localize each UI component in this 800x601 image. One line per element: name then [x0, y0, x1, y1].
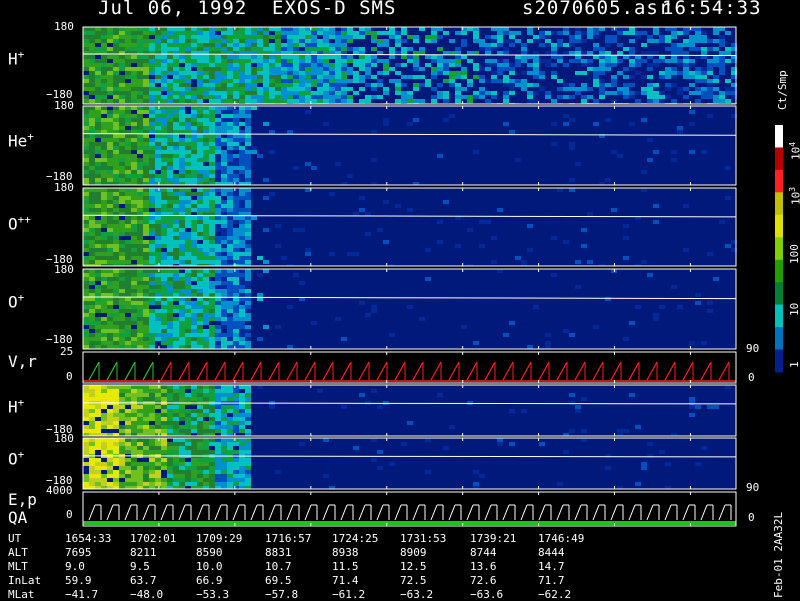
tick-o2-top: 180 — [54, 432, 74, 445]
footer-cell: 1746:49 — [538, 532, 585, 545]
tick-opp-top: 180 — [54, 181, 74, 194]
footer-cell: 1739:21 — [470, 532, 517, 545]
footer-cell: 10.7 — [265, 560, 292, 573]
tick-vr-bottom: 0 — [66, 370, 73, 383]
vr-panel — [83, 352, 736, 383]
panel-label-o-plus-2: O+ — [8, 448, 25, 469]
colorbar-segment-9 — [775, 327, 783, 351]
colorbar-segment-3 — [775, 192, 783, 216]
tick-op1-top: 180 — [54, 263, 74, 276]
panel-label-o-plusplus: O++ — [8, 213, 31, 234]
colorbar-segment-1 — [775, 147, 783, 171]
footer-cell: 69.5 — [265, 574, 292, 587]
footer-cell: 14.7 — [538, 560, 565, 573]
panel-label-o-plus-1: O+ — [8, 291, 25, 312]
footer-row-label-inlat: InLat — [8, 574, 42, 587]
colorbar-label-10: 10 — [788, 302, 800, 316]
footer-cell: −57.8 — [265, 588, 299, 601]
tick-ep-top: 4000 — [46, 484, 73, 497]
footer-cell: 1654:33 — [65, 532, 112, 545]
footer-cell: 66.9 — [196, 574, 223, 587]
footer-cell: 8211 — [130, 546, 157, 559]
footer-cell: 8938 — [332, 546, 359, 559]
footer-cell: 8444 — [538, 546, 565, 559]
footer-cell: −63.2 — [400, 588, 434, 601]
footer-cell: 63.7 — [130, 574, 157, 587]
colorbar-segment-7 — [775, 282, 783, 306]
footer-row-label-ut: UT — [8, 532, 22, 545]
colorbar-unit: Ct/Smp — [776, 70, 789, 110]
footer-cell: −48.0 — [130, 588, 164, 601]
panel-label-h-plus-1: H+ — [8, 48, 25, 69]
spectrogram-plot — [82, 26, 783, 527]
panel-label-h-plus-2: H+ — [8, 396, 25, 417]
tick-vr-right-bottom: 0 — [748, 371, 755, 384]
colorbar-segment-6 — [775, 259, 783, 283]
footer-cell: 8590 — [196, 546, 223, 559]
colorbar-segment-2 — [775, 169, 783, 193]
tick-h1-top: 180 — [54, 20, 74, 33]
footer-cell: 8831 — [265, 546, 292, 559]
panel-label-he-plus: He+ — [8, 130, 34, 151]
footer-cell: 8744 — [470, 546, 497, 559]
footer-cell: 72.6 — [470, 574, 497, 587]
footer-row-label-mlt: MLT — [8, 560, 28, 573]
footer-cell: −63.6 — [470, 588, 504, 601]
footer-row-label-alt: ALT — [8, 546, 28, 559]
side-version-label: Feb-01 2AA32L — [772, 511, 785, 598]
footer-cell: 59.9 — [65, 574, 92, 587]
colorbar-segment-8 — [775, 304, 783, 328]
colorbar-segment-4 — [775, 214, 783, 238]
footer-cell: 9.5 — [130, 560, 150, 573]
ep-panel — [83, 492, 736, 526]
footer-cell: 11.5 — [332, 560, 359, 573]
tick-ep-right-bottom: 0 — [748, 511, 755, 524]
footer-cell: −53.3 — [196, 588, 230, 601]
colorbar-segment-0 — [775, 125, 783, 148]
footer-cell: −61.2 — [332, 588, 366, 601]
qa-bar — [83, 521, 736, 525]
footer-cell: −62.2 — [538, 588, 572, 601]
footer-cell: 8909 — [400, 546, 427, 559]
footer-cell: 1724:25 — [332, 532, 379, 545]
tick-ep-right-top: 90 — [746, 481, 760, 494]
footer-row-label-mlat: MLat — [8, 588, 35, 601]
tick-ep-bottom: 0 — [66, 508, 73, 521]
colorbar-label-100: 100 — [788, 244, 800, 264]
footer-cell: 72.5 — [400, 574, 427, 587]
panel-label-qa: QA — [8, 508, 28, 527]
tick-vr-top: 25 — [60, 345, 74, 358]
panel-label-vr: V,r — [8, 352, 37, 371]
footer-cell: 71.4 — [332, 574, 359, 587]
colorbar-label-10-4: 104 — [788, 141, 800, 160]
footer-cell: 1709:29 — [196, 532, 243, 545]
tick-vr-right-top: 90 — [746, 342, 760, 355]
tick-he-top: 180 — [54, 99, 74, 112]
footer-cell: 7695 — [65, 546, 92, 559]
colorbar-segment-10 — [775, 349, 783, 373]
colorbar-label-10-3: 103 — [788, 186, 800, 205]
footer-cell: −41.7 — [65, 588, 99, 601]
panel-label-ep: E,p — [8, 490, 37, 509]
footer-cell: 10.0 — [196, 560, 223, 573]
colorbar-segment-5 — [775, 237, 783, 261]
footer-cell: 1731:53 — [400, 532, 447, 545]
footer-cell: 13.6 — [470, 560, 497, 573]
footer-cell: 12.5 — [400, 560, 427, 573]
footer-cell: 9.0 — [65, 560, 85, 573]
footer-cell: 71.7 — [538, 574, 565, 587]
footer-cell: 1702:01 — [130, 532, 177, 545]
footer-cell: 1716:57 — [265, 532, 312, 545]
colorbar-label-1: 1 — [788, 361, 800, 368]
